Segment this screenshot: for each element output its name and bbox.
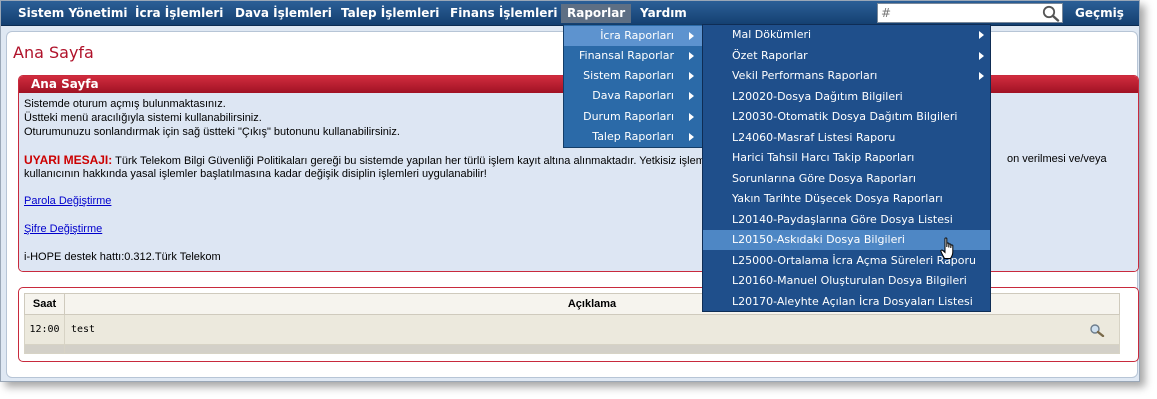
app-window: Sistem Yönetimi İcra İşlemleri Dava İşle… [0,0,1140,382]
menu-item-label: Talep Raporları [592,130,674,143]
column-header-time[interactable]: Saat [24,293,65,315]
submenu-item-l24060[interactable]: L24060-Masraf Listesi Raporu [703,128,990,148]
history-button[interactable]: Geçmiş [1069,1,1130,26]
menu-talep-islemleri[interactable]: Talep İşlemleri [335,1,445,26]
submenu-arrow-icon [979,72,984,80]
submenu-item-mal-dokumleri[interactable]: Mal Dökümleri [703,25,990,45]
warning-line: UYARI MESAJI: Türk Telekom Bilgi Güvenli… [24,153,738,167]
submenu-arrow-icon [979,31,984,39]
menu-dava-islemleri[interactable]: Dava İşlemleri [229,1,338,26]
warning-text-2: kullanıcının hakkında yasal işlemler baş… [24,168,487,180]
submenu-arrow-icon [689,113,694,121]
table-row[interactable]: 12:00 test [24,314,1120,345]
menu-item-icra-raporlari[interactable]: İcra Raporları [564,26,702,46]
submenu-arrow-icon [689,92,694,100]
change-password-link[interactable]: Parola Değiştirme [24,195,111,207]
hand-cursor-icon [940,237,954,259]
raporlar-dropdown: İcra Raporları Finansal Raporlar Sistem … [563,24,703,148]
menu-item-talep-raporlari[interactable]: Talep Raporları [564,127,702,147]
submenu-arrow-icon [689,133,694,141]
submenu-item-sorunlarina-gore[interactable]: Sorunlarına Göre Dosya Raporları [703,169,990,189]
top-menu-bar: Sistem Yönetimi İcra İşlemleri Dava İşle… [1,1,1139,26]
submenu-arrow-icon [689,32,694,40]
menu-icra-islemleri[interactable]: İcra İşlemleri [129,1,229,26]
menu-item-sistem-raporlari[interactable]: Sistem Raporları [564,66,702,86]
menu-item-finansal-raporlar[interactable]: Finansal Raporlar [564,46,702,66]
menu-item-label: Dava Raporları [592,89,674,102]
search-box [877,3,1063,23]
menu-item-label: Finansal Raporlar [579,49,674,62]
submenu-arrow-icon [979,51,984,60]
submenu-item-l20020[interactable]: L20020-Dosya Dağıtım Bilgileri [703,87,990,107]
info-line: Oturumunuzu sonlandırmak için sağ üsttek… [24,126,400,138]
warning-label: UYARI MESAJI: [24,153,113,167]
menu-yardim[interactable]: Yardım [634,1,693,26]
menu-raporlar[interactable]: Raporlar [561,4,632,23]
submenu-item-ozet-raporlar[interactable]: Özet Raporlar [703,46,990,66]
menu-item-label: İcra Raporları [600,29,674,42]
warning-text-tail: on verilmesi ve/veya [1007,153,1107,165]
submenu-item-l20170[interactable]: L20170-Aleyhte Açılan İcra Dosyaları Lis… [703,292,990,312]
submenu-item-label: Mal Dökümleri [732,28,812,41]
support-line: i-HOPE destek hattı:0.312.Türk Telekom [24,251,221,263]
change-pin-link[interactable]: Şifre Değiştirme [24,223,102,235]
submenu-item-l20160[interactable]: L20160-Manuel Oluşturulan Dosya Bilgiler… [703,271,990,291]
table-footer-row [24,344,1120,354]
submenu-item-label: Vekil Performans Raporları [732,69,878,82]
page-title: Ana Sayfa [13,43,94,62]
submenu-item-l20030[interactable]: L20030-Otomatik Dosya Dağıtım Bilgileri [703,107,990,127]
row-description-cell: test [64,314,1120,345]
warning-text: Türk Telekom Bilgi Güvenliği Politikalar… [115,155,738,167]
info-line: Sistemde oturum açmış bulunmaktasınız. [24,98,226,110]
menu-finans-islemleri[interactable]: Finans İşlemleri [444,1,563,26]
search-input[interactable] [881,6,1041,20]
info-line: Üstteki menü aracılığıyla sistemi kullan… [24,112,262,124]
menu-item-dava-raporlari[interactable]: Dava Raporları [564,86,702,106]
submenu-arrow-icon [689,72,694,80]
search-icon[interactable] [1042,5,1060,22]
menu-item-label: Durum Raporları [583,110,674,123]
icra-raporlari-submenu: Mal Dökümleri Özet Raporlar Vekil Perfor… [702,24,991,312]
row-description: test [71,324,96,335]
row-time: 12:00 [24,314,65,345]
submenu-item-l20140[interactable]: L20140-Paydaşlarına Göre Dosya Listesi [703,210,990,230]
menu-item-durum-raporlari[interactable]: Durum Raporları [564,107,702,127]
submenu-item-harici-tahsil[interactable]: Harici Tahsil Harcı Takip Raporları [703,148,990,168]
submenu-item-label: Özet Raporlar [732,48,808,62]
menu-sistem-yonetimi[interactable]: Sistem Yönetimi [12,1,133,26]
menu-item-label: Sistem Raporları [583,69,674,82]
submenu-item-vekil-performans[interactable]: Vekil Performans Raporları [703,66,990,86]
submenu-item-yakin-tarihte[interactable]: Yakın Tarihte Düşecek Dosya Raporları [703,189,990,209]
view-detail-icon[interactable] [1089,323,1105,337]
submenu-arrow-icon [689,52,694,60]
